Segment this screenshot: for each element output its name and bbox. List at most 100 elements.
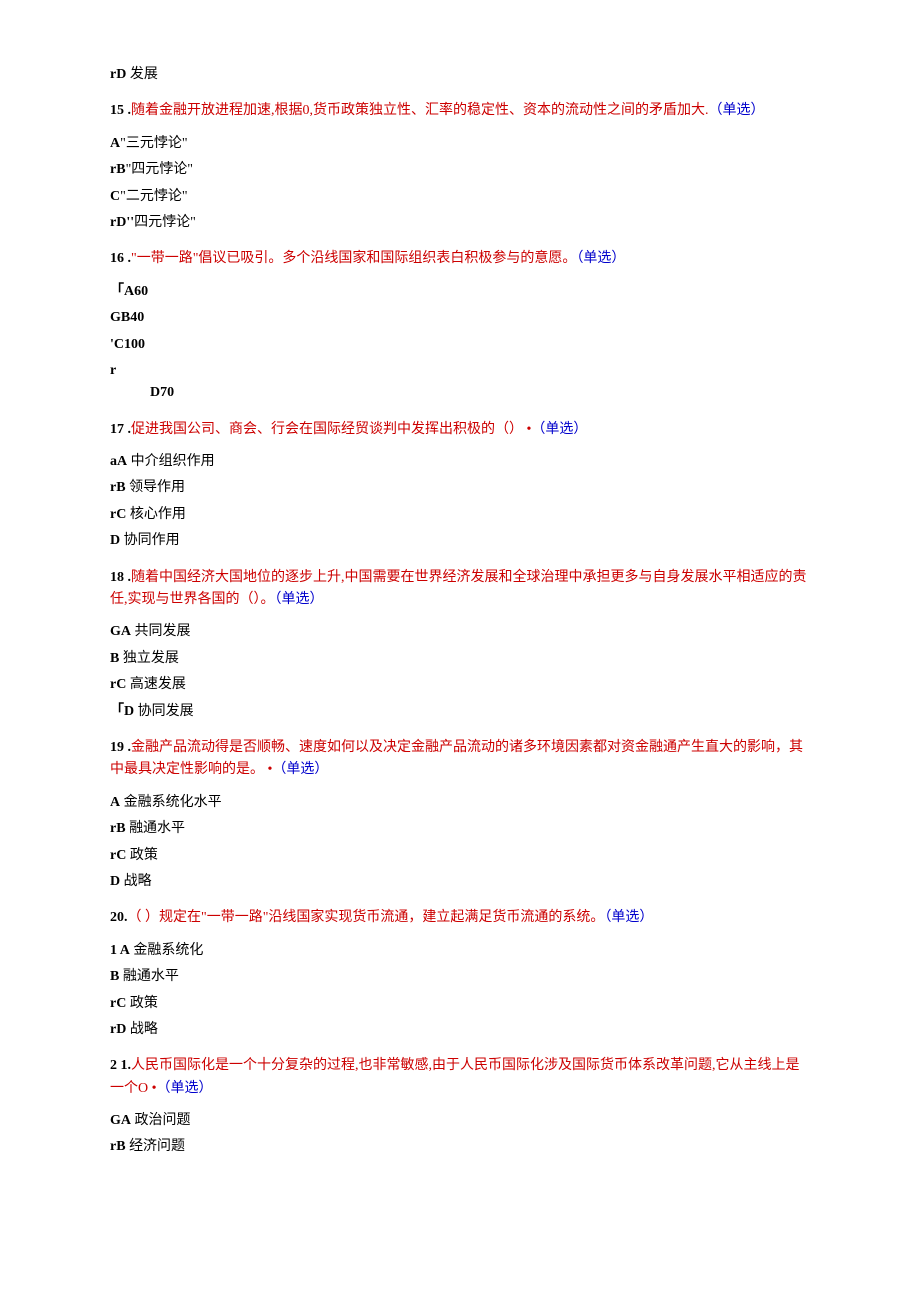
option-key: A	[110, 136, 120, 151]
document-body: rD 发展15 .随着金融开放进程加速,根据0,货币政策独立性、汇率的稳定性、资…	[110, 64, 810, 1159]
option-key: B	[110, 651, 119, 666]
option-key: D	[110, 533, 120, 548]
option-key: aA	[110, 454, 127, 469]
option-key: D	[110, 874, 120, 889]
question-text: （ ）规定在"一带一路"沿线国家实现货币流通，建立起满足货币流通的系统。	[128, 910, 605, 925]
option-text: 政策	[126, 996, 158, 1011]
option[interactable]: D 战略	[110, 871, 810, 893]
question-type-label: （单选）	[275, 592, 324, 607]
option[interactable]: rC 政策	[110, 993, 810, 1015]
option[interactable]: aA 中介组织作用	[110, 451, 810, 473]
option-key: rB	[110, 480, 126, 495]
option-key: rD	[110, 1022, 126, 1037]
question-type-label: （单选）	[531, 422, 587, 437]
option[interactable]: C"二元悖论"	[110, 186, 810, 208]
option[interactable]: 'C100	[110, 334, 810, 356]
option-text: "四元悖论"	[126, 162, 193, 177]
question-19: 19 .金融产品流动得是否顺畅、速度如何以及决定金融产品流动的诸多环境因素都对资…	[110, 737, 810, 782]
option[interactable]: 「A60	[110, 281, 810, 303]
option-key: C	[110, 189, 120, 204]
option-key: rB	[110, 162, 126, 177]
option[interactable]: 「D 协同发展	[110, 701, 810, 723]
option-text: 金融系统化	[130, 943, 204, 958]
question-number: 17	[110, 422, 124, 437]
option-text: 融通水平	[119, 969, 179, 984]
option-text: 独立发展	[119, 651, 179, 666]
question-number: 20.	[110, 910, 128, 925]
option-text: 核心作用	[126, 507, 186, 522]
question-number: 18	[110, 570, 124, 585]
option-text: "三元悖论"	[120, 136, 187, 151]
question-type-label: （单选）	[709, 103, 765, 118]
option-key: 'C	[110, 337, 124, 352]
option-key: 「A	[110, 284, 134, 299]
option-text: 40	[130, 310, 144, 325]
option-key: GA	[110, 624, 131, 639]
option[interactable]: rD70	[110, 360, 810, 405]
option-text: 中介组织作用	[127, 454, 215, 469]
question-type-label: （单选）	[157, 1081, 213, 1096]
option-text: 经济问题	[126, 1139, 186, 1154]
option-text: 高速发展	[126, 677, 186, 692]
option-text: 领导作用	[126, 480, 186, 495]
option-key: 「D	[110, 704, 134, 719]
option-key: GB	[110, 310, 130, 325]
option[interactable]: B 独立发展	[110, 648, 810, 670]
question-15: 15 .随着金融开放进程加速,根据0,货币政策独立性、汇率的稳定性、资本的流动性…	[110, 100, 810, 122]
option[interactable]: GB40	[110, 307, 810, 329]
option[interactable]: rC 政策	[110, 845, 810, 867]
question-number: 16	[110, 251, 124, 266]
question-sep: .	[124, 103, 131, 118]
question-sep: .	[124, 570, 131, 585]
question-text: 人民币国际化是一个十分复杂的过程,也非常敏感,由于人民币国际化涉及国际货币体系改…	[110, 1058, 800, 1095]
option[interactable]: B 融通水平	[110, 966, 810, 988]
option[interactable]: 1 A 金融系统化	[110, 940, 810, 962]
question-number: 19	[110, 740, 124, 755]
option[interactable]: rC 核心作用	[110, 504, 810, 526]
question-18: 18 .随着中国经济大国地位的逐步上升,中国需要在世界经济发展和全球治理中承担更…	[110, 567, 810, 612]
question-16: 16 ."一带一路"倡议已吸引。多个沿线国家和国际组织表白积极参与的意愿。（单选…	[110, 248, 810, 270]
option-key: rC	[110, 848, 126, 863]
question-sep: .	[124, 740, 131, 755]
option[interactable]: rB"四元悖论"	[110, 159, 810, 181]
option[interactable]: rB 经济问题	[110, 1136, 810, 1158]
option[interactable]: D 协同作用	[110, 530, 810, 552]
option-key: rC	[110, 507, 126, 522]
option-key: GA	[110, 1113, 131, 1128]
option[interactable]: A 金融系统化水平	[110, 792, 810, 814]
option[interactable]: GA 政治问题	[110, 1110, 810, 1132]
option-key: rC	[110, 996, 126, 1011]
question-sep: .	[124, 422, 131, 437]
option-key: rC	[110, 677, 126, 692]
option-text: 协同发展	[134, 704, 194, 719]
option[interactable]: rD 战略	[110, 1019, 810, 1041]
option[interactable]: rD''四元悖论"	[110, 212, 810, 234]
option[interactable]: GA 共同发展	[110, 621, 810, 643]
option-key: 1 A	[110, 943, 130, 958]
question-text: "一带一路"倡议已吸引。多个沿线国家和国际组织表白积极参与的意愿。	[131, 251, 576, 266]
option-text: 发展	[126, 67, 158, 82]
question-text: 金融产品流动得是否顺畅、速度如何以及决定金融产品流动的诸多环境因素都对资金融通产…	[110, 740, 803, 777]
option-text: 100	[124, 337, 145, 352]
option-key: rB	[110, 821, 126, 836]
option[interactable]: rD 发展	[110, 64, 810, 86]
option-text: 60	[134, 284, 148, 299]
option[interactable]: rB 融通水平	[110, 818, 810, 840]
option-text: 协同作用	[120, 533, 180, 548]
question-17: 17 .促进我国公司、商会、行会在国际经贸谈判中发挥出积极的（） •（单选）	[110, 419, 810, 441]
question-type-label: （单选）	[272, 762, 328, 777]
option[interactable]: A"三元悖论"	[110, 133, 810, 155]
option-text: 战略	[126, 1022, 158, 1037]
question-text: 随着金融开放进程加速,根据0,货币政策独立性、汇率的稳定性、资本的流动性之间的矛…	[131, 103, 709, 118]
question-number: 2 1.	[110, 1058, 131, 1073]
option[interactable]: rC 高速发展	[110, 674, 810, 696]
question-text: 促进我国公司、商会、行会在国际经贸谈判中发挥出积极的（） •	[131, 422, 531, 437]
question-number: 15	[110, 103, 124, 118]
option-key: rB	[110, 1139, 126, 1154]
option-text: "二元悖论"	[120, 189, 187, 204]
option[interactable]: rB 领导作用	[110, 477, 810, 499]
question-text: 随着中国经济大国地位的逐步上升,中国需要在世界经济发展和全球治理中承担更多与自身…	[110, 570, 807, 607]
question-sep: .	[124, 251, 131, 266]
option-line2: D70	[150, 382, 810, 404]
question-type-label: （单选）	[604, 910, 653, 925]
